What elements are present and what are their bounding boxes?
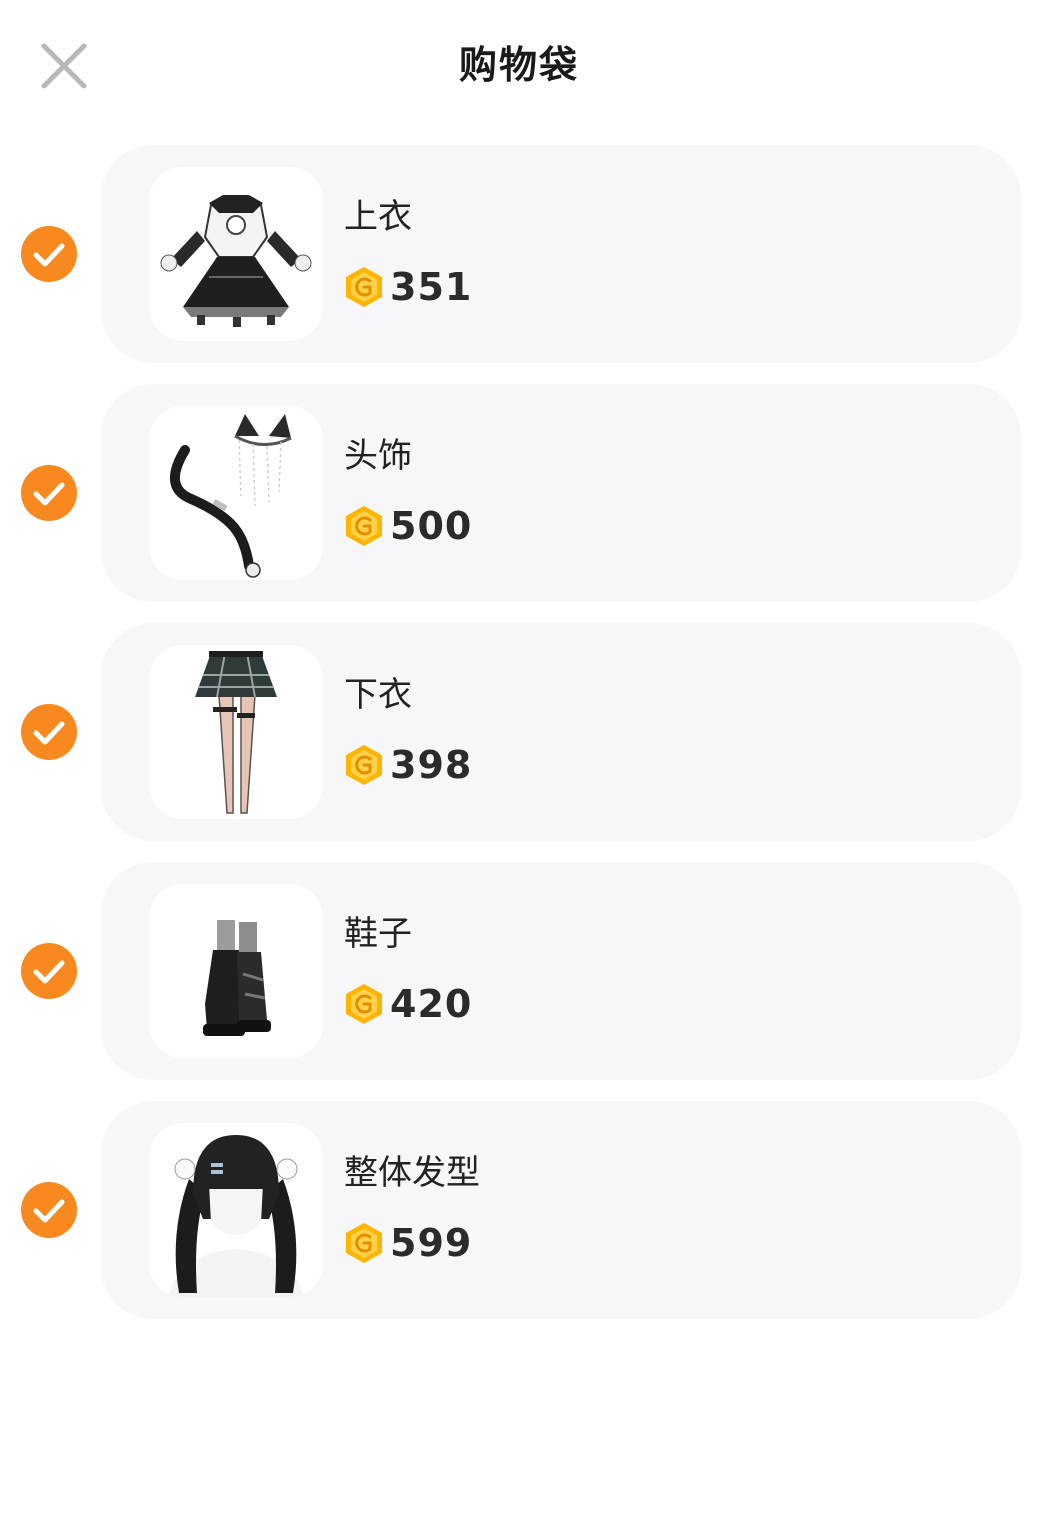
coin-icon [344, 982, 384, 1026]
item-select-checkbox[interactable] [21, 943, 77, 999]
item-price: 398 [344, 741, 472, 789]
item-card[interactable]: 鞋子 420 [101, 862, 1021, 1080]
dress-thumbnail-icon [160, 195, 312, 327]
item-select-checkbox[interactable] [21, 226, 77, 282]
item-name: 上衣 [344, 197, 412, 237]
item-price: 351 [344, 263, 472, 311]
price-value: 398 [390, 743, 473, 787]
coin-icon [344, 743, 384, 787]
boots-thumbnail-icon [203, 920, 271, 1036]
price-value: 599 [390, 1221, 473, 1265]
price-value: 420 [390, 982, 473, 1026]
checkmark-icon [21, 704, 77, 760]
price-value: 500 [390, 504, 473, 548]
item-name: 下衣 [344, 675, 412, 715]
item-select-checkbox[interactable] [21, 1182, 77, 1238]
coin-icon [344, 504, 384, 548]
item-card[interactable]: 整体发型 599 [101, 1101, 1021, 1319]
cart-item: 头饰 500 [0, 384, 1038, 602]
checkmark-icon [21, 465, 77, 521]
item-card[interactable]: 上衣 351 [101, 145, 1021, 363]
hairstyle-thumbnail-icon [169, 1135, 303, 1297]
page-title: 购物袋 [458, 43, 579, 87]
item-name: 鞋子 [344, 914, 412, 954]
price-value: 351 [390, 265, 473, 309]
item-select-checkbox[interactable] [21, 704, 77, 760]
checkmark-icon [21, 943, 77, 999]
item-select-checkbox[interactable] [21, 465, 77, 521]
item-price: 500 [344, 502, 472, 550]
header-bar: 购物袋 [0, 0, 1038, 130]
item-card[interactable]: 头饰 500 [101, 384, 1021, 602]
cart-item: 整体发型 599 [0, 1101, 1038, 1319]
skirt-thumbnail-icon [195, 651, 277, 814]
item-price: 599 [344, 1219, 472, 1267]
item-name: 头饰 [344, 436, 412, 476]
cart-item: 上衣 351 [0, 145, 1038, 363]
coin-icon [344, 1221, 384, 1265]
checkmark-icon [21, 226, 77, 282]
item-thumbnail [149, 1123, 323, 1297]
item-thumbnail [149, 645, 323, 819]
coin-icon [344, 265, 384, 309]
item-thumbnail [149, 406, 323, 580]
headwear-thumbnail-icon [170, 414, 292, 578]
checkmark-icon [21, 1182, 77, 1238]
item-price: 420 [344, 980, 472, 1028]
cart-item: 下衣 398 [0, 623, 1038, 841]
item-thumbnail [149, 884, 323, 1058]
item-thumbnail [149, 167, 323, 341]
cart-item: 鞋子 420 [0, 862, 1038, 1080]
cart-item-list: 上衣 351 头饰 500 下衣 398 鞋子 420 整体发型 599 [0, 145, 1038, 1340]
item-card[interactable]: 下衣 398 [101, 623, 1021, 841]
item-name: 整体发型 [344, 1153, 480, 1193]
